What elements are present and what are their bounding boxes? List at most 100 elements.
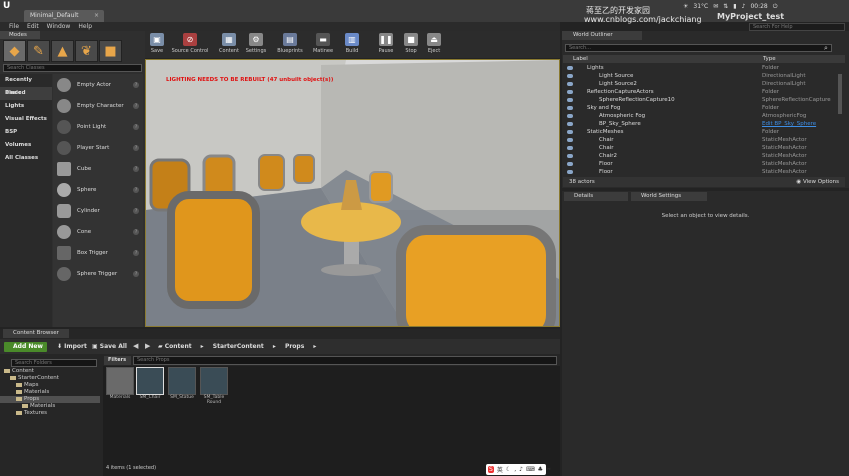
asset-tile-sm-statue[interactable]: SM_Statue bbox=[166, 367, 198, 400]
help-icon[interactable]: ? bbox=[133, 186, 139, 193]
outliner-actor-row[interactable]: Chair StaticMeshActor bbox=[563, 136, 845, 144]
visibility-eye-icon[interactable] bbox=[567, 130, 573, 134]
visibility-eye-icon[interactable] bbox=[567, 146, 573, 150]
build-button[interactable]: ▥ Build bbox=[342, 32, 362, 57]
outliner-actor-row[interactable]: Atmospheric Fog AtmosphericFog bbox=[563, 112, 845, 120]
search-help-input[interactable]: Search For Help bbox=[749, 23, 845, 31]
asset-tile-sm-table-round[interactable]: SM_Table Round bbox=[198, 367, 230, 405]
matinee-button[interactable]: ▬ Matinee bbox=[310, 32, 336, 57]
stop-button[interactable]: ■ Stop bbox=[403, 32, 419, 57]
details-tab[interactable]: Details bbox=[564, 192, 628, 201]
menu-window[interactable]: Window bbox=[47, 23, 71, 30]
place-item-sphere-trigger[interactable]: Sphere Trigger? bbox=[53, 263, 143, 284]
menu-help[interactable]: Help bbox=[78, 23, 92, 30]
help-icon[interactable]: ? bbox=[133, 123, 139, 130]
save-button[interactable]: ▣ Save bbox=[148, 32, 166, 57]
breadcrumb-content[interactable]: Content bbox=[165, 343, 192, 350]
help-icon[interactable]: ? bbox=[133, 144, 139, 151]
battery-icon[interactable]: ▮ bbox=[733, 3, 736, 10]
help-icon[interactable]: ? bbox=[133, 228, 139, 235]
outliner-actor-row[interactable]: SphereReflectionCapture10 SphereReflectio… bbox=[563, 96, 845, 104]
landscape-mode-icon[interactable]: ▲ bbox=[51, 40, 74, 62]
content-button[interactable]: ▦ Content bbox=[217, 32, 241, 57]
outliner-folder-row[interactable]: Sky and Fog Folder bbox=[563, 104, 845, 112]
category-recently-placed[interactable]: Recently Placed bbox=[0, 74, 52, 96]
category-visual-effects[interactable]: Visual Effects bbox=[0, 113, 52, 126]
place-item-sphere[interactable]: Sphere? bbox=[53, 179, 143, 200]
forward-arrow-icon[interactable]: ▶ bbox=[145, 342, 150, 350]
place-item-empty-actor[interactable]: Empty Actor? bbox=[53, 74, 143, 95]
asset-tile-sm-chair[interactable]: SM_Chair bbox=[134, 367, 166, 400]
blueprints-button[interactable]: ▤ Blueprints bbox=[275, 32, 305, 57]
outliner-actor-row[interactable]: Light Source2 DirectionalLight bbox=[563, 80, 845, 88]
ime-mic-icon[interactable]: ♪ bbox=[519, 466, 523, 473]
content-browser-tab[interactable]: Content Browser bbox=[3, 329, 69, 338]
search-folders-input[interactable]: Search Folders bbox=[11, 359, 97, 367]
place-item-box-trigger[interactable]: Box Trigger? bbox=[53, 242, 143, 263]
folder-tree-item[interactable]: Textures bbox=[0, 410, 100, 417]
visibility-eye-icon[interactable] bbox=[567, 90, 573, 94]
folder-tree-item[interactable]: StarterContent bbox=[0, 375, 100, 382]
place-item-cube[interactable]: Cube? bbox=[53, 158, 143, 179]
place-item-cylinder[interactable]: Cylinder? bbox=[53, 200, 143, 221]
help-icon[interactable]: ? bbox=[133, 165, 139, 172]
breadcrumb-props[interactable]: Props bbox=[285, 343, 304, 350]
level-tab[interactable]: Minimal_Default × bbox=[24, 10, 104, 22]
visibility-eye-icon[interactable] bbox=[567, 74, 573, 78]
outliner-actor-row[interactable]: Floor StaticMeshActor bbox=[563, 168, 845, 176]
visibility-eye-icon[interactable] bbox=[567, 170, 573, 174]
world-outliner-tab[interactable]: World Outliner bbox=[562, 31, 642, 40]
visibility-eye-icon[interactable] bbox=[567, 138, 573, 142]
place-mode-icon[interactable]: ◆ bbox=[3, 40, 26, 62]
help-icon[interactable]: ? bbox=[133, 270, 139, 277]
place-item-point-light[interactable]: Point Light? bbox=[53, 116, 143, 137]
save-all-button[interactable]: ▣ Save All bbox=[92, 342, 127, 352]
geometry-mode-icon[interactable]: ■ bbox=[99, 40, 122, 62]
network-icon[interactable]: ⇅ bbox=[723, 3, 728, 10]
breadcrumb-startercontent[interactable]: StarterContent bbox=[213, 343, 264, 350]
sogou-icon[interactable]: S bbox=[488, 466, 494, 473]
place-item-empty-character[interactable]: Empty Character? bbox=[53, 95, 143, 116]
outliner-actor-row[interactable]: Chair2 StaticMeshActor bbox=[563, 152, 845, 160]
category-volumes[interactable]: Volumes bbox=[0, 139, 52, 152]
help-icon[interactable]: ? bbox=[133, 207, 139, 214]
mail-icon[interactable]: ✉ bbox=[713, 3, 718, 10]
folder-tree-item[interactable]: Maps bbox=[0, 382, 100, 389]
close-tab-icon[interactable]: × bbox=[94, 10, 99, 22]
folder-tree-item[interactable]: Props bbox=[0, 396, 100, 403]
source-control-button[interactable]: ⊘ Source Control bbox=[170, 32, 210, 57]
search-classes-input[interactable]: Search Classes bbox=[3, 64, 142, 72]
folder-tree-item[interactable]: Materials bbox=[0, 403, 100, 410]
world-settings-tab[interactable]: World Settings bbox=[631, 192, 707, 201]
ime-lang-icon[interactable]: 英 bbox=[497, 465, 503, 474]
settings-button[interactable]: ⚙ Settings bbox=[244, 32, 268, 57]
pause-button[interactable]: ❚❚ Pause bbox=[377, 32, 395, 57]
eject-button[interactable]: ⏏ Eject bbox=[425, 32, 443, 57]
visibility-eye-icon[interactable] bbox=[567, 114, 573, 118]
col-type[interactable]: Type bbox=[763, 55, 776, 63]
filters-button[interactable]: Filters bbox=[104, 356, 131, 365]
folder-tree-item[interactable]: Materials bbox=[0, 389, 100, 396]
visibility-eye-icon[interactable] bbox=[567, 162, 573, 166]
asset-tile-materials[interactable]: Materials bbox=[104, 367, 136, 400]
visibility-eye-icon[interactable] bbox=[567, 82, 573, 86]
menu-file[interactable]: File bbox=[9, 23, 19, 30]
search-assets-input[interactable]: Search Props bbox=[133, 356, 557, 365]
import-button[interactable]: ⬇ Import bbox=[57, 342, 87, 352]
folder-tree-item[interactable]: Content bbox=[0, 368, 100, 375]
outliner-actor-row[interactable]: Light Source DirectionalLight bbox=[563, 72, 845, 80]
ime-shirt-icon[interactable]: ♣ bbox=[538, 466, 543, 473]
category-lights[interactable]: Lights bbox=[0, 100, 52, 113]
place-item-cone[interactable]: Cone? bbox=[53, 221, 143, 242]
col-label[interactable]: Label bbox=[573, 55, 588, 63]
edit-blueprint-link[interactable]: Edit BP_Sky_Sphere bbox=[762, 120, 816, 128]
ime-tools-icon[interactable]: ✂ bbox=[546, 466, 551, 473]
add-new-button[interactable]: Add New bbox=[4, 342, 47, 352]
ime-punct-icon[interactable]: , bbox=[514, 466, 516, 473]
modes-tab[interactable]: Modes bbox=[0, 31, 40, 39]
level-viewport[interactable]: LIGHTING NEEDS TO BE REBUILT (47 unbuilt… bbox=[145, 59, 560, 327]
ime-moon-icon[interactable]: ☾ bbox=[506, 466, 511, 473]
visibility-eye-icon[interactable] bbox=[567, 154, 573, 158]
power-icon[interactable]: ⏻ bbox=[773, 3, 778, 11]
outliner-folder-row[interactable]: Lights Folder bbox=[563, 64, 845, 72]
